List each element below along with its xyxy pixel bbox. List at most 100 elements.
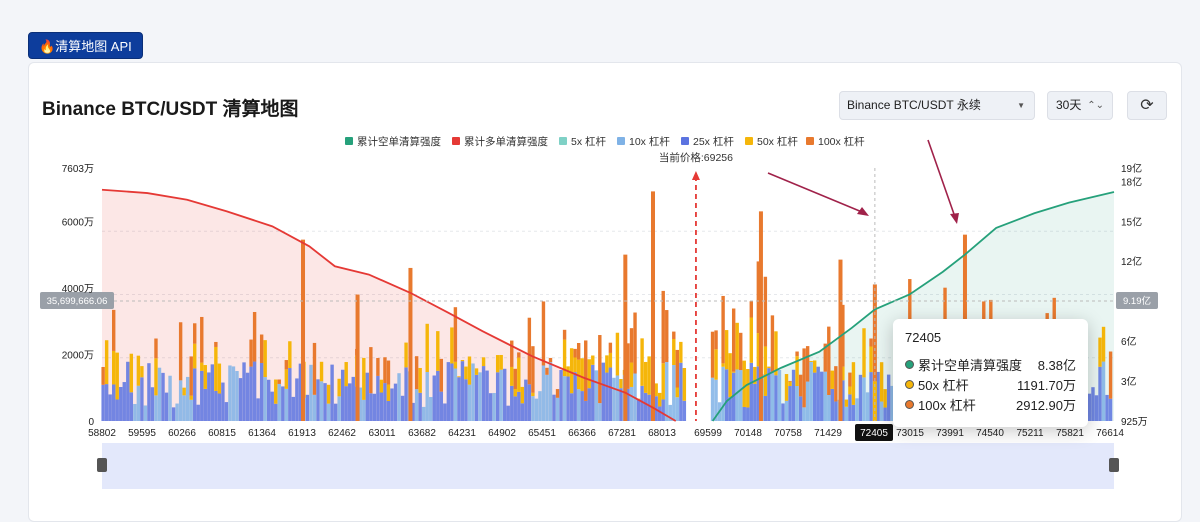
x-tick: 59595: [128, 428, 156, 439]
liq-bar-segment: [845, 407, 848, 421]
liq-bar-segment: [746, 369, 749, 407]
liq-bar-segment: [197, 405, 200, 421]
liq-bar-segment: [475, 368, 478, 374]
tooltip-dot: [905, 380, 914, 389]
current-price-label: 当前价格:69256: [659, 151, 733, 164]
liq-bar-segment: [200, 317, 203, 363]
right-axis-badge-text: 9.19亿: [1123, 295, 1151, 307]
y-left-tick: 0: [88, 417, 94, 428]
liq-bar-segment: [116, 399, 119, 421]
liq-bar-segment: [271, 392, 274, 421]
liq-bar-segment: [200, 371, 203, 421]
liq-bar-segment: [662, 291, 665, 363]
liq-bar-segment: [151, 387, 154, 421]
liq-bar-segment: [112, 351, 115, 385]
liq-bar-segment: [1098, 338, 1101, 367]
tooltip-value: 8.38亿: [1038, 355, 1076, 374]
liq-bar-segment: [362, 400, 365, 421]
tooltip-label: 累计空单清算强度: [918, 355, 1038, 374]
liq-bar-segment: [281, 386, 284, 421]
liq-bar-segment: [880, 362, 883, 401]
liq-bar-segment: [193, 344, 196, 369]
liq-bar-segment: [809, 362, 812, 421]
liq-bar-segment: [221, 383, 224, 421]
liq-bar-segment: [256, 398, 259, 421]
liq-bar-segment: [369, 393, 372, 421]
liq-bar-segment: [658, 393, 661, 407]
left-axis-badge-text: 35,699,666.06: [47, 296, 108, 307]
x-tick: 68013: [648, 428, 676, 439]
liq-bar-segment: [443, 403, 446, 421]
liquidation-chart[interactable]: 累计空单清算强度累计多单清算强度5x 杠杆10x 杠杆25x 杠杆50x 杠杆1…: [0, 0, 1200, 508]
x-tick: 76614: [1096, 428, 1124, 439]
liq-bar-segment: [573, 349, 576, 358]
liq-bar-segment: [154, 339, 157, 359]
zoom-handle-right[interactable]: [1109, 458, 1119, 472]
y-left-tick: 7603万: [62, 164, 94, 175]
liq-bar-segment: [647, 356, 650, 394]
liq-bar-segment: [802, 407, 805, 421]
liq-bar-segment: [528, 384, 531, 421]
liq-bar-segment: [556, 389, 559, 398]
liq-bar-segment: [647, 395, 650, 421]
liq-bar-segment: [531, 396, 534, 421]
liq-bar-segment: [218, 394, 221, 421]
liq-bar-segment: [464, 379, 467, 421]
liq-bar-segment: [101, 367, 104, 385]
liq-bar-segment: [588, 359, 591, 388]
liq-bar-segment: [306, 395, 309, 421]
liq-bar-segment: [154, 395, 157, 421]
liq-bar-segment: [517, 392, 520, 421]
liq-bar-segment: [630, 387, 633, 421]
liq-bar-segment: [764, 396, 767, 421]
liq-bar-segment: [785, 401, 788, 421]
liq-bar-segment: [739, 333, 742, 370]
liq-bar-segment: [454, 362, 457, 369]
liq-bar-segment: [105, 340, 108, 384]
liq-bar-segment: [503, 369, 506, 421]
liq-bar-segment: [394, 384, 397, 421]
liq-bar-segment: [517, 352, 520, 357]
liq-bar-segment: [228, 365, 231, 421]
legend-label: 25x 杠杆: [693, 135, 734, 148]
liq-bar-segment: [795, 352, 798, 357]
liq-bar-segment: [366, 373, 369, 421]
liq-bar-segment: [475, 375, 478, 421]
liq-bar-segment: [214, 342, 217, 347]
liq-bar-segment: [531, 393, 534, 396]
liq-bar-segment: [771, 315, 774, 371]
liq-bar-segment: [362, 358, 365, 400]
x-tick: 62462: [328, 428, 356, 439]
liq-bar-segment: [214, 347, 217, 391]
liq-bar-segment: [676, 388, 679, 398]
liq-bar-segment: [214, 391, 217, 421]
liq-bar-segment: [130, 354, 133, 393]
x-tick: 69599: [694, 428, 722, 439]
liq-bar-segment: [827, 327, 830, 395]
liq-bar-segment: [792, 370, 795, 421]
x-highlight-label: 72405: [860, 428, 888, 439]
liq-bar-segment: [788, 386, 791, 421]
liq-bar-segment: [750, 317, 753, 362]
liq-bar-segment: [746, 407, 749, 421]
liq-bar-segment: [471, 363, 474, 421]
liq-bar-segment: [683, 401, 686, 421]
liq-bar-segment: [514, 396, 517, 421]
liq-bar-segment: [337, 396, 340, 421]
liq-bar-segment: [285, 360, 288, 369]
liq-bar-segment: [263, 340, 266, 377]
zoom-handle-left[interactable]: [97, 458, 107, 472]
liq-bar-segment: [806, 346, 809, 381]
liq-bar-segment: [172, 407, 175, 421]
liq-bar-segment: [598, 335, 601, 403]
liq-bar-segment: [616, 375, 619, 421]
liq-bar-segment: [320, 362, 323, 381]
liq-bar-segment: [743, 361, 746, 407]
liq-bar-segment: [510, 386, 513, 421]
liq-bar-segment: [119, 387, 122, 421]
liq-bar-segment: [499, 370, 502, 421]
liq-bar-segment: [831, 389, 834, 421]
liq-bar-segment: [683, 368, 686, 401]
legend-label: 100x 杠杆: [818, 135, 865, 148]
liq-bar-segment: [175, 404, 178, 421]
